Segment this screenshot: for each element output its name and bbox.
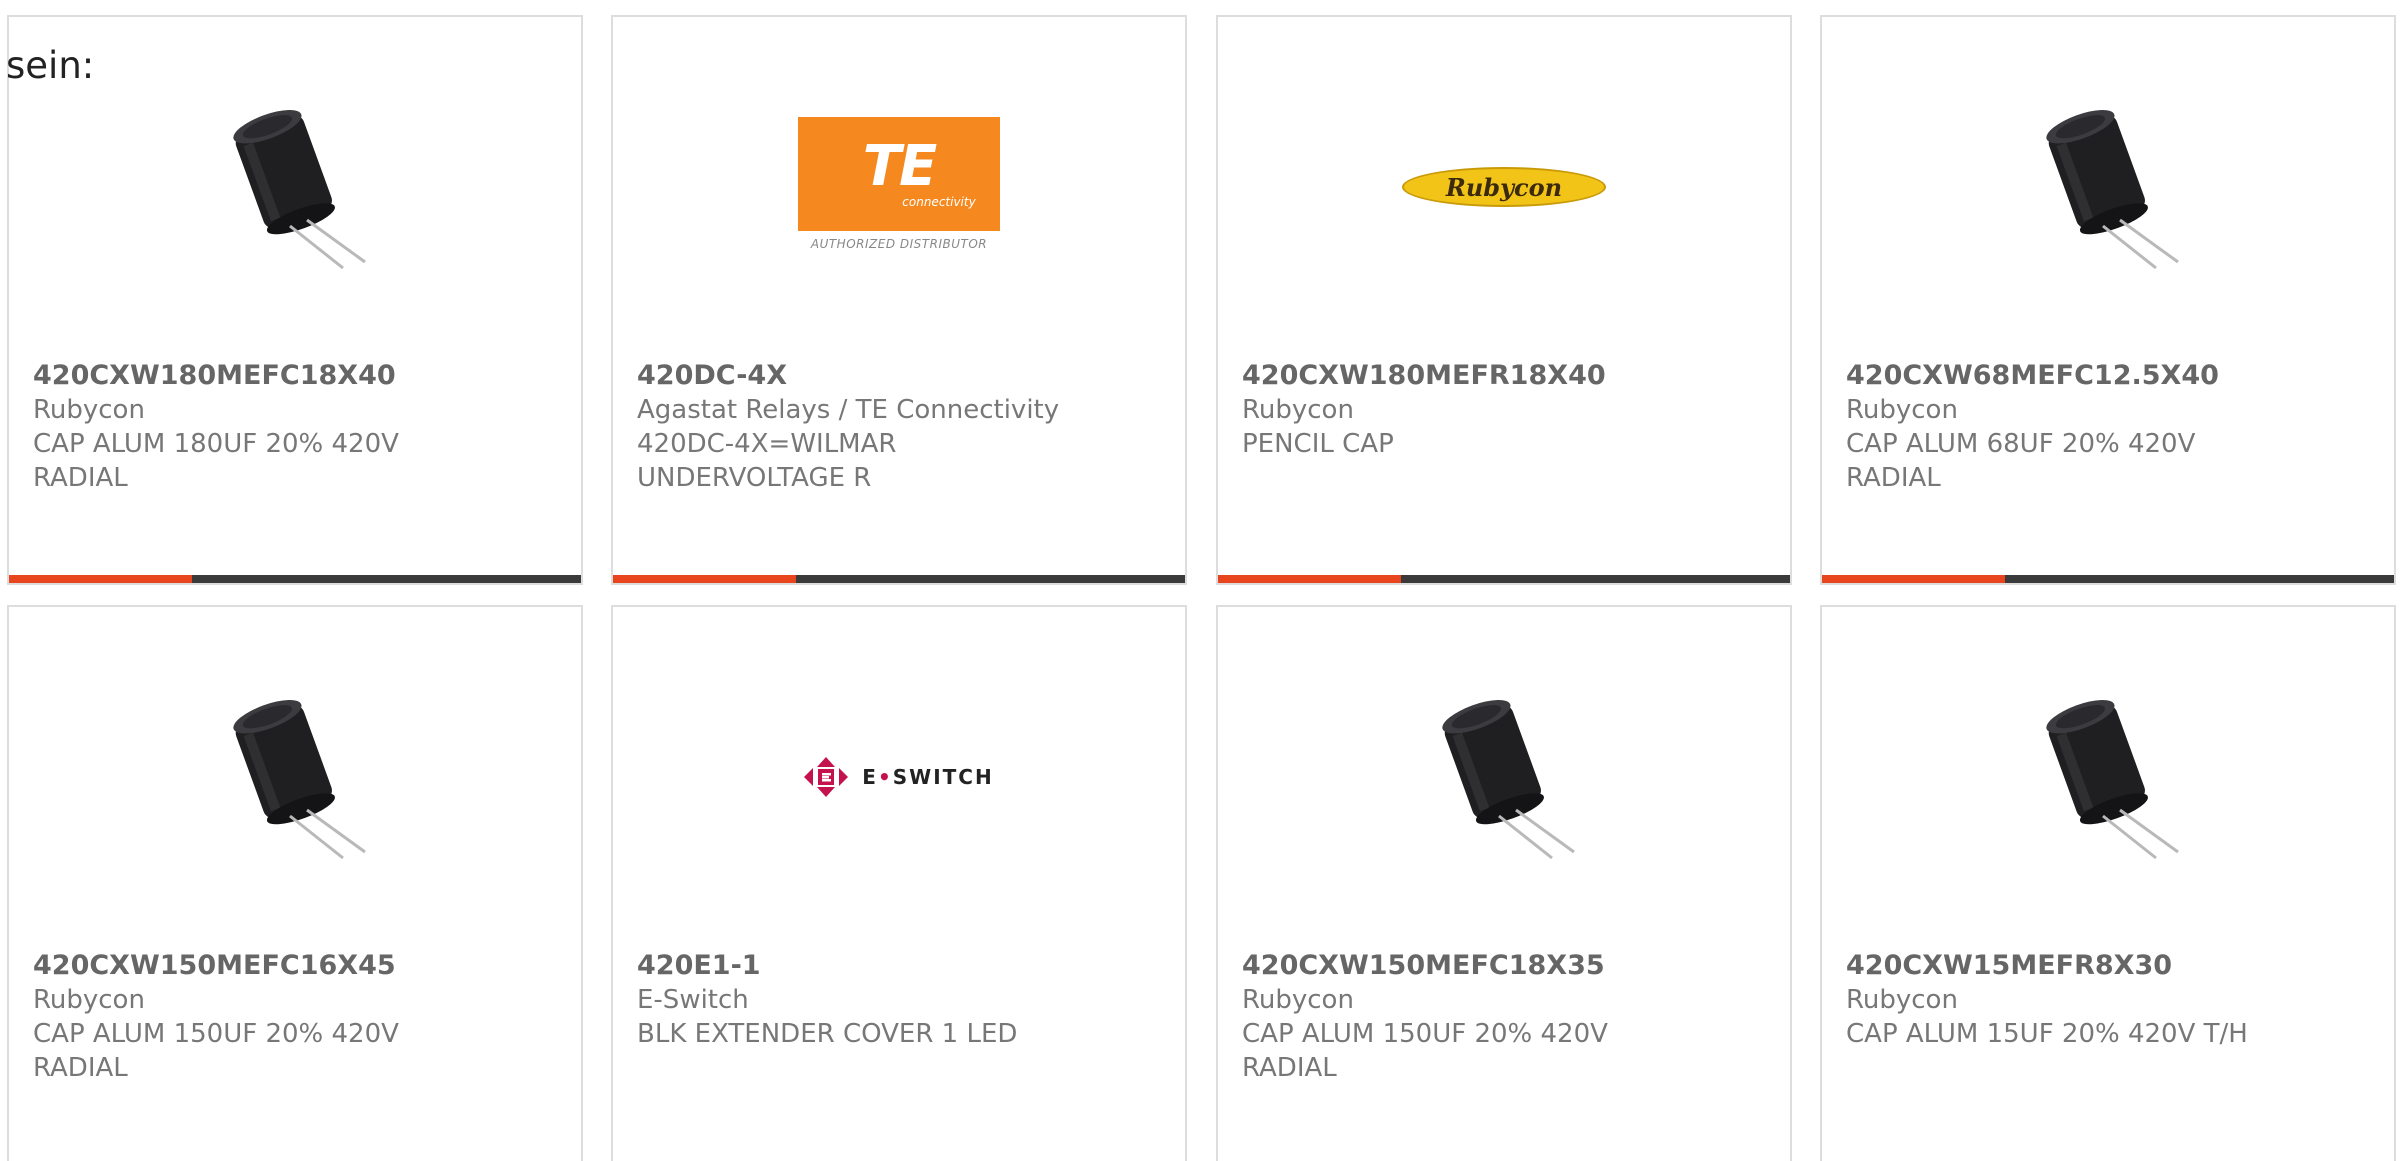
- capacitor-icon: [2046, 699, 2179, 860]
- te-logo-main: TE: [862, 134, 937, 199]
- product-info: 420CXW150MEFC16X45 Rubycon CAP ALUM 150U…: [33, 949, 565, 1085]
- card-bottom-bar: [9, 575, 581, 583]
- product-card[interactable]: 420CXW150MEFC16X45 Rubycon CAP ALUM 150U…: [7, 605, 583, 1161]
- manufacturer: Rubycon: [1846, 395, 1958, 425]
- description-line: RADIAL: [1846, 463, 1941, 493]
- part-number[interactable]: 420DC-4X: [637, 359, 1169, 393]
- rubycon-logo: Rubycon: [1402, 167, 1606, 207]
- product-grid-page: sein: 420CXW180MEFC18X40 Rubycon CAP ALU…: [0, 0, 2400, 1161]
- product-card[interactable]: TE connectivity AUTHORIZED DISTRIBUTOR 4…: [611, 15, 1187, 585]
- part-number[interactable]: 420CXW15MEFR8X30: [1846, 949, 2378, 983]
- product-image[interactable]: E•SWITCH: [613, 677, 1185, 877]
- manufacturer: Rubycon: [1242, 395, 1354, 425]
- e-switch-emblem-icon: [804, 757, 849, 797]
- description-line: CAP ALUM 150UF 20% 420V: [1242, 1019, 1608, 1049]
- rubycon-logo-text: Rubycon: [1445, 172, 1563, 202]
- product-image[interactable]: [1822, 87, 2394, 287]
- product-image[interactable]: [1218, 677, 1790, 877]
- product-info: 420CXW150MEFC18X35 Rubycon CAP ALUM 150U…: [1242, 949, 1774, 1085]
- te-logo-tagline: AUTHORIZED DISTRIBUTOR: [810, 237, 988, 251]
- product-info: 420CXW180MEFR18X40 Rubycon PENCIL CAP: [1242, 359, 1774, 461]
- description-line: 420DC-4X=WILMAR: [637, 429, 897, 459]
- part-number[interactable]: 420CXW180MEFC18X40: [33, 359, 565, 393]
- product-card[interactable]: Rubycon 420CXW180MEFR18X40 Rubycon PENCI…: [1216, 15, 1792, 585]
- part-number[interactable]: 420CXW68MEFC12.5X40: [1846, 359, 2378, 393]
- product-card[interactable]: 420CXW15MEFR8X30 Rubycon CAP ALUM 15UF 2…: [1820, 605, 2396, 1161]
- description-line: UNDERVOLTAGE R: [637, 463, 872, 493]
- card-accent: [1822, 575, 2005, 583]
- description-line: PENCIL CAP: [1242, 429, 1394, 459]
- e-switch-logo: E•SWITCH: [804, 757, 993, 797]
- capacitor-icon: [1442, 699, 1575, 860]
- part-number[interactable]: 420CXW150MEFC18X35: [1242, 949, 1774, 983]
- product-image[interactable]: [1822, 677, 2394, 877]
- product-info: 420DC-4X Agastat Relays / TE Connectivit…: [637, 359, 1169, 495]
- capacitor-icon: [233, 109, 366, 270]
- e-switch-logo-right: SWITCH: [892, 765, 994, 789]
- part-number[interactable]: 420CXW180MEFR18X40: [1242, 359, 1774, 393]
- te-connectivity-logo: TE connectivity AUTHORIZED DISTRIBUTOR: [798, 117, 1000, 257]
- product-info: 420CXW180MEFC18X40 Rubycon CAP ALUM 180U…: [33, 359, 565, 495]
- product-card[interactable]: 420CXW150MEFC18X35 Rubycon CAP ALUM 150U…: [1216, 605, 1792, 1161]
- card-accent: [613, 575, 796, 583]
- manufacturer: Rubycon: [1846, 985, 1958, 1015]
- card-accent: [9, 575, 192, 583]
- card-bottom-bar: [613, 575, 1185, 583]
- description-line: CAP ALUM 150UF 20% 420V: [33, 1019, 399, 1049]
- description-line: CAP ALUM 15UF 20% 420V T/H: [1846, 1019, 2248, 1049]
- manufacturer: Agastat Relays / TE Connectivity: [637, 395, 1060, 425]
- manufacturer: Rubycon: [1242, 985, 1354, 1015]
- card-bottom-bar: [1822, 575, 2394, 583]
- product-image[interactable]: Rubycon: [1218, 87, 1790, 287]
- e-switch-logo-text: E•SWITCH: [862, 765, 993, 789]
- product-info: 420E1-1 E-Switch BLK EXTENDER COVER 1 LE…: [637, 949, 1169, 1051]
- product-info: 420CXW15MEFR8X30 Rubycon CAP ALUM 15UF 2…: [1846, 949, 2378, 1051]
- manufacturer: E-Switch: [637, 985, 749, 1015]
- e-switch-logo-dot: •: [877, 765, 893, 789]
- product-card[interactable]: E•SWITCH 420E1-1 E-Switch BLK EXTENDER C…: [611, 605, 1187, 1161]
- product-image[interactable]: [9, 677, 581, 877]
- description-line: BLK EXTENDER COVER 1 LED: [637, 1019, 1018, 1049]
- manufacturer: Rubycon: [33, 395, 145, 425]
- description-line: RADIAL: [33, 463, 128, 493]
- description-line: CAP ALUM 68UF 20% 420V: [1846, 429, 2196, 459]
- te-logo-sub: connectivity: [902, 195, 976, 209]
- product-image[interactable]: [9, 87, 581, 287]
- product-card[interactable]: 420CXW68MEFC12.5X40 Rubycon CAP ALUM 68U…: [1820, 15, 2396, 585]
- e-switch-logo-left: E: [862, 765, 878, 789]
- description-line: CAP ALUM 180UF 20% 420V: [33, 429, 399, 459]
- product-image[interactable]: TE connectivity AUTHORIZED DISTRIBUTOR: [613, 87, 1185, 287]
- product-card[interactable]: 420CXW180MEFC18X40 Rubycon CAP ALUM 180U…: [7, 15, 583, 585]
- description-line: RADIAL: [1242, 1053, 1337, 1083]
- part-number[interactable]: 420CXW150MEFC16X45: [33, 949, 565, 983]
- part-number[interactable]: 420E1-1: [637, 949, 1169, 983]
- product-info: 420CXW68MEFC12.5X40 Rubycon CAP ALUM 68U…: [1846, 359, 2378, 495]
- intro-text: sein:: [6, 44, 95, 87]
- te-logo-box: TE connectivity: [798, 117, 1000, 231]
- capacitor-icon: [2046, 109, 2179, 270]
- description-line: RADIAL: [33, 1053, 128, 1083]
- card-bottom-bar: [1218, 575, 1790, 583]
- capacitor-icon: [233, 699, 366, 860]
- manufacturer: Rubycon: [33, 985, 145, 1015]
- card-accent: [1218, 575, 1401, 583]
